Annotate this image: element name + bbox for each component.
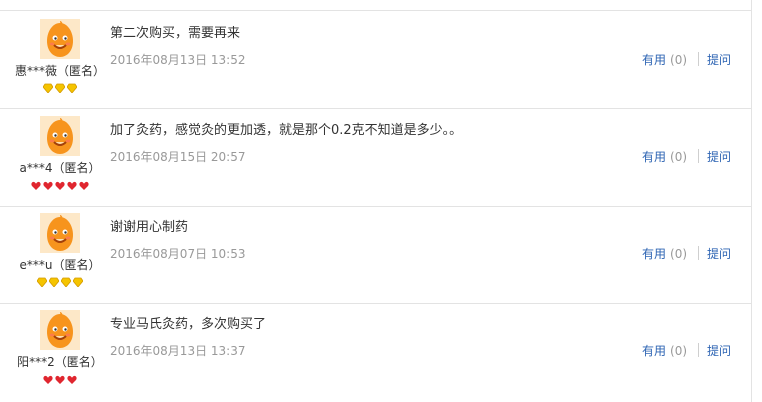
- divider: [698, 149, 699, 163]
- user-name: a***4（匿名）: [19, 161, 101, 175]
- review-date: 2016年08月13日 13:52: [110, 53, 246, 67]
- helpful-label: 有用: [642, 53, 667, 67]
- buyer-rank-badges: [0, 375, 120, 387]
- ask-question-link[interactable]: 提问: [707, 51, 731, 68]
- review-date: 2016年08月07日 10:53: [110, 247, 246, 261]
- helpful-label: 有用: [642, 247, 667, 261]
- review-item: e***u（匿名） 谢谢用心制药 2016年08月07日 10:53 有用 (0)…: [0, 206, 752, 304]
- review-date: 2016年08月13日 13:37: [110, 344, 246, 358]
- red-heart-icon: [43, 375, 53, 385]
- gold-diamond-icon: [55, 83, 65, 93]
- gold-diamond-icon: [61, 277, 71, 287]
- helpful-button[interactable]: 有用 (0): [642, 245, 687, 262]
- red-heart-icon: [31, 181, 41, 191]
- user-name: 阳***2（匿名）: [17, 355, 103, 369]
- helpful-button[interactable]: 有用 (0): [642, 342, 687, 359]
- helpful-button[interactable]: 有用 (0): [642, 51, 687, 68]
- review-item: 惠***薇（匿名） 第二次购买，需要再来 2016年08月13日 13:52 有…: [0, 11, 752, 109]
- helpful-label: 有用: [642, 344, 667, 358]
- buyer-rank-badges: [0, 181, 120, 193]
- review-content: 第二次购买，需要再来: [110, 26, 241, 41]
- review-content: 谢谢用心制药: [110, 220, 189, 235]
- buyer-rank-badges: [0, 83, 120, 95]
- review-date: 2016年08月15日 20:57: [110, 150, 246, 164]
- gold-diamond-icon: [67, 83, 77, 93]
- ask-question-link[interactable]: 提问: [707, 245, 731, 262]
- avatar-icon[interactable]: [40, 213, 80, 253]
- review-content: 加了灸药，感觉灸的更加透，就是那个0.2克不知道是多少。。: [110, 123, 463, 138]
- review-content: 专业马氏灸药，多次购买了: [110, 317, 267, 332]
- helpful-label: 有用: [642, 150, 667, 164]
- gold-diamond-icon: [73, 277, 83, 287]
- helpful-count: (0): [670, 150, 688, 164]
- user-name: 惠***薇（匿名）: [14, 64, 105, 78]
- gold-diamond-icon: [43, 83, 53, 93]
- avatar-icon[interactable]: [40, 310, 80, 350]
- helpful-button[interactable]: 有用 (0): [642, 148, 687, 165]
- divider: [698, 52, 699, 66]
- red-heart-icon: [43, 181, 53, 191]
- helpful-count: (0): [670, 53, 688, 67]
- red-heart-icon: [79, 181, 89, 191]
- review-item: a***4（匿名） 加了灸药，感觉灸的更加透，就是那个0.2克不知道是多少。。 …: [0, 109, 752, 207]
- divider: [698, 343, 699, 357]
- red-heart-icon: [55, 375, 65, 385]
- avatar-icon[interactable]: [40, 116, 80, 156]
- red-heart-icon: [67, 181, 77, 191]
- review-item: 阳***2（匿名） 专业马氏灸药，多次购买了 2016年08月13日 13:37…: [0, 303, 752, 400]
- divider: [698, 246, 699, 260]
- ask-question-link[interactable]: 提问: [707, 342, 731, 359]
- red-heart-icon: [55, 181, 65, 191]
- helpful-count: (0): [670, 344, 688, 358]
- red-heart-icon: [67, 375, 77, 385]
- gold-diamond-icon: [37, 277, 47, 287]
- helpful-count: (0): [670, 247, 688, 261]
- gold-diamond-icon: [49, 277, 59, 287]
- avatar-icon[interactable]: [40, 19, 80, 59]
- ask-question-link[interactable]: 提问: [707, 148, 731, 165]
- buyer-rank-badges: [0, 277, 120, 289]
- user-name: e***u（匿名）: [19, 258, 101, 272]
